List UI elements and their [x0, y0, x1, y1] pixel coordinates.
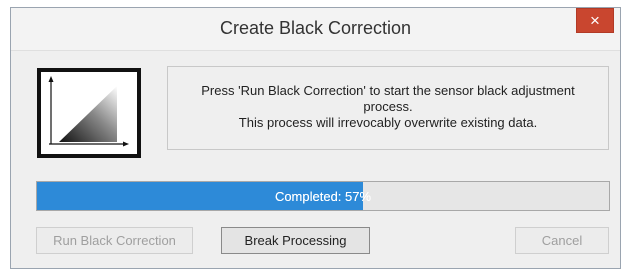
message-panel: Press 'Run Black Correction' to start th…: [167, 66, 609, 150]
black-correction-ramp-icon: [37, 68, 141, 158]
progress-label-text: Completed: 57%: [274, 189, 372, 204]
ramp-triangle: [59, 86, 117, 142]
cancel-button[interactable]: Cancel: [515, 227, 609, 254]
ramp-graphic: [48, 76, 129, 147]
dialog-content: Press 'Run Black Correction' to start th…: [11, 51, 620, 268]
progress-label: Completed: 57%: [37, 189, 609, 204]
dialog-title: Create Black Correction: [219, 18, 412, 38]
message-line-1: Press 'Run Black Correction' to start th…: [201, 83, 575, 98]
y-axis-arrow: [48, 76, 54, 82]
message-line-2: process.: [363, 99, 413, 114]
dialog-window: Create Black Correction × Press 'Run Bla…: [10, 7, 621, 269]
x-axis-arrow: [123, 141, 129, 147]
close-icon: ×: [590, 11, 600, 30]
run-black-correction-button[interactable]: Run Black Correction: [36, 227, 193, 254]
close-button[interactable]: ×: [576, 8, 614, 33]
message-line-3: This process will irrevocably overwrite …: [238, 115, 538, 130]
title-bar[interactable]: Create Black Correction ×: [11, 8, 620, 51]
progress-bar: Completed: 57%: [36, 181, 610, 211]
break-processing-button[interactable]: Break Processing: [221, 227, 370, 254]
